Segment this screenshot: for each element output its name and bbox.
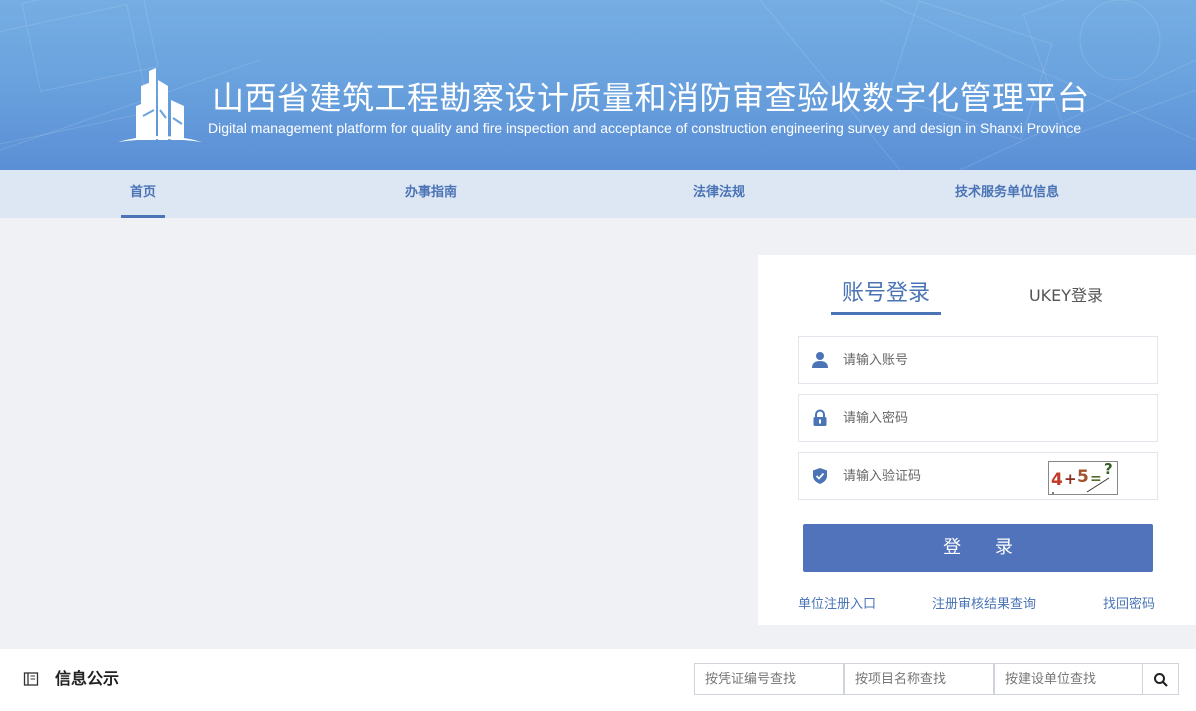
building-logo-icon	[118, 68, 202, 142]
site-header: 山西省建筑工程勘察设计质量和消防审查验收数字化管理平台 Digital mana…	[0, 0, 1196, 170]
search-project-input[interactable]	[844, 663, 994, 695]
book-icon	[23, 672, 39, 686]
review-query-link[interactable]: 注册审核结果查询	[932, 593, 1036, 612]
lock-icon	[813, 409, 827, 426]
captcha-input[interactable]	[843, 462, 1043, 490]
password-input[interactable]	[843, 404, 1043, 432]
main-nav: 首页 办事指南 法律法规 技术服务单位信息	[0, 170, 1196, 218]
account-input[interactable]	[843, 346, 1043, 374]
password-field	[798, 394, 1158, 442]
captcha-field: 4 + 5 = ?	[798, 452, 1158, 500]
search-cert-input[interactable]	[694, 663, 844, 695]
nav-item-service-units[interactable]: 技术服务单位信息	[943, 170, 1071, 218]
register-link[interactable]: 单位注册入口	[798, 593, 876, 612]
recover-password-link[interactable]: 找回密码	[1103, 593, 1155, 612]
captcha-noise	[1052, 477, 1110, 494]
info-publicity-bar: 信息公示	[0, 649, 1196, 711]
tab-ukey-login[interactable]: UKEY登录	[1016, 280, 1116, 314]
tab-account-login[interactable]: 账号登录	[831, 275, 941, 315]
platform-title: 山西省建筑工程勘察设计质量和消防审查验收数字化管理平台	[212, 79, 1090, 117]
user-icon	[812, 352, 828, 368]
login-button[interactable]: 登 录	[803, 524, 1153, 572]
platform-title-english: Digital management platform for quality …	[208, 120, 1082, 136]
login-panel: 账号登录 UKEY登录 4 + 5 = ?	[758, 255, 1196, 625]
nav-item-home[interactable]: 首页	[121, 170, 165, 218]
captcha-image[interactable]: 4 + 5 = ?	[1048, 460, 1118, 495]
info-section-title: 信息公示	[55, 669, 120, 688]
search-unit-input[interactable]	[994, 663, 1144, 695]
account-field	[798, 336, 1158, 384]
nav-item-laws[interactable]: 法律法规	[683, 170, 755, 218]
nav-item-guide[interactable]: 办事指南	[395, 170, 467, 218]
search-icon	[1154, 673, 1168, 687]
shield-check-icon	[813, 468, 827, 484]
search-button[interactable]	[1142, 663, 1179, 695]
